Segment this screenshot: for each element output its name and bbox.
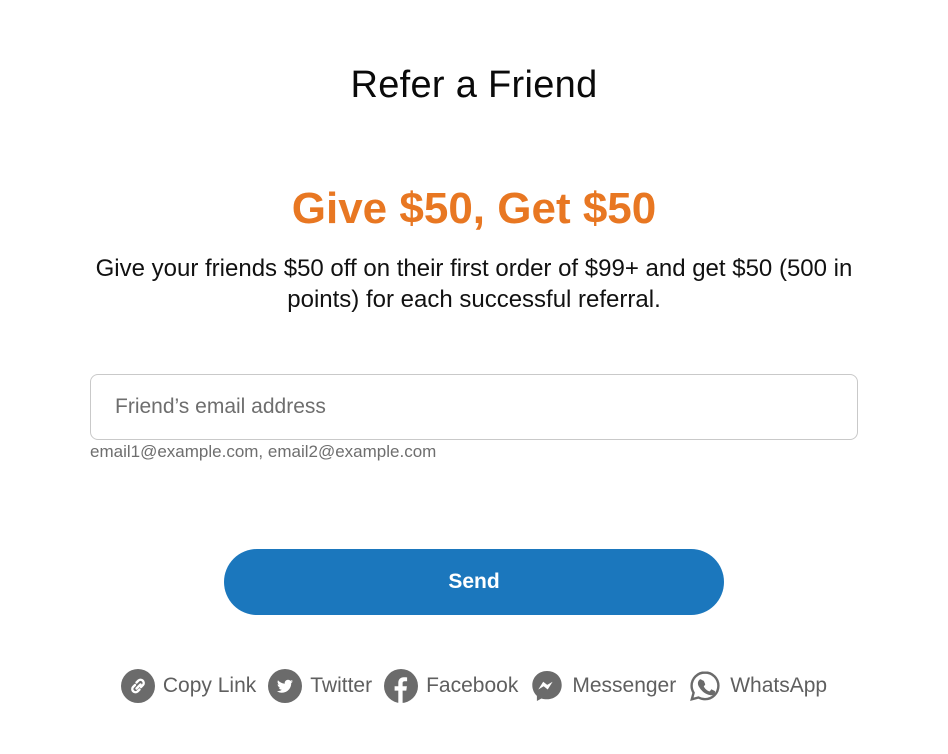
share-messenger[interactable]: Messenger <box>530 669 676 703</box>
share-copy-link-label: Copy Link <box>162 674 257 697</box>
facebook-icon <box>384 669 419 703</box>
share-twitter[interactable]: Twitter <box>268 669 372 703</box>
share-facebook-label: Facebook <box>426 674 519 697</box>
send-button[interactable]: Send <box>224 549 724 615</box>
refer-friend-modal: Refer a Friend Give $50, Get $50 Give yo… <box>0 0 948 754</box>
share-whatsapp[interactable]: WhatsApp <box>688 669 827 703</box>
share-messenger-label: Messenger <box>572 674 677 697</box>
share-twitter-label: Twitter <box>310 674 373 697</box>
share-facebook[interactable]: Facebook <box>384 669 518 703</box>
whatsapp-icon <box>688 669 722 703</box>
offer-headline: Give $50, Get $50 <box>291 184 657 233</box>
link-icon <box>120 669 155 703</box>
share-copy-link[interactable]: Copy Link <box>120 669 257 703</box>
twitter-icon <box>268 669 303 703</box>
offer-description: Give your friends $50 off on their first… <box>95 255 853 313</box>
friend-email-input[interactable] <box>90 374 858 440</box>
modal-title: Refer a Friend <box>350 64 598 106</box>
email-format-hint: email1@example.com, email2@example.com <box>90 442 437 461</box>
share-whatsapp-label: WhatsApp <box>730 674 828 697</box>
messenger-icon <box>530 669 564 703</box>
share-options: Copy Link Twitter Facebook Messenger Wha… <box>0 667 948 705</box>
